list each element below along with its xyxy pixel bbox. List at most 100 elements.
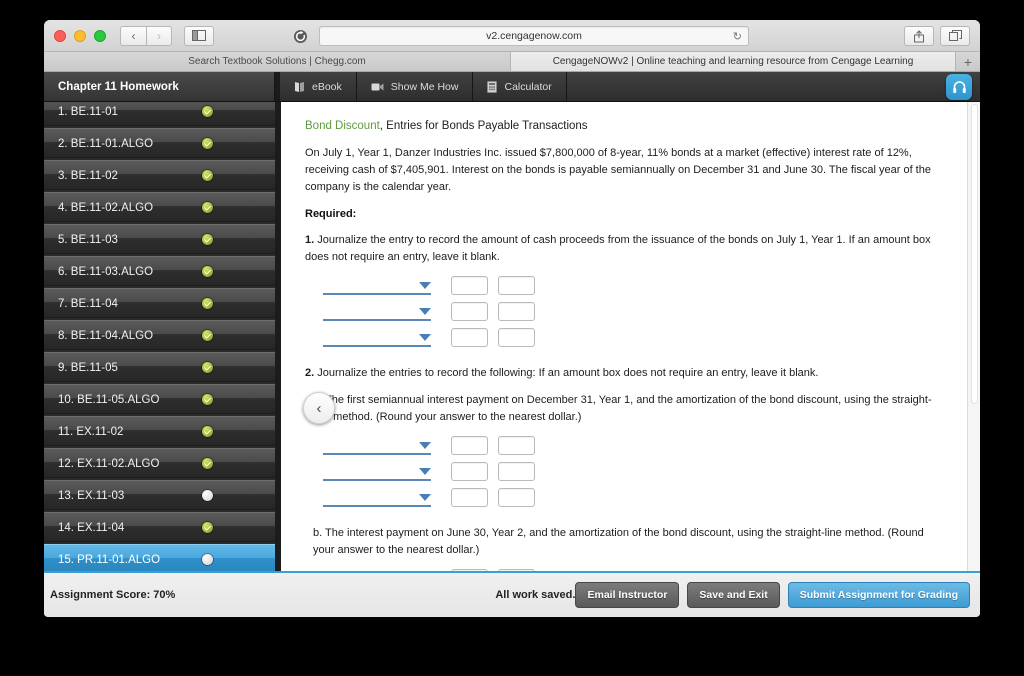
sidebar-item-label: 14. EX.11-04 <box>58 521 125 534</box>
navigation-buttons: ‹ › <box>120 25 172 46</box>
maximize-window-button[interactable] <box>94 29 106 42</box>
submit-assignment-button[interactable]: Submit Assignment for Grading <box>787 581 970 608</box>
headset-icon <box>952 80 966 93</box>
show-all-tabs-button[interactable] <box>940 26 970 46</box>
debit-amount-input[interactable] <box>451 276 488 296</box>
question-1: 1. Journalize the entry to record the am… <box>305 232 947 266</box>
address-reload-icon[interactable]: ↻ <box>733 30 742 43</box>
browser-tab-cengage[interactable]: CengageNOWv2 | Online teaching and learn… <box>511 52 956 71</box>
sidebar-item[interactable]: 15. PR.11-01.ALGO <box>44 544 275 574</box>
question-scrollbar[interactable] <box>967 102 980 581</box>
sidebar-item[interactable]: 7. BE.11-04 <box>44 288 275 318</box>
window-traffic-lights <box>54 29 106 42</box>
sidebar-panel-icon <box>192 30 206 41</box>
footer-buttons: Email Instructor Save and Exit Submit As… <box>575 581 970 608</box>
sidebar-item[interactable]: 10. BE.11-05.ALGO <box>44 384 275 414</box>
chevron-down-icon <box>419 282 431 290</box>
sidebar-item[interactable]: 1. BE.11-01 <box>44 102 275 126</box>
web-page: Chapter 11 Homework eBook Show Me How Ca… <box>44 72 980 616</box>
sidebar-item[interactable]: 12. EX.11-02.ALGO <box>44 448 275 478</box>
credit-amount-input[interactable] <box>498 328 535 348</box>
account-select[interactable] <box>323 436 431 456</box>
sidebar-item-label: 10. BE.11-05.ALGO <box>58 393 160 406</box>
sidebar-item-label: 7. BE.11-04 <box>58 297 118 310</box>
tab-show-me-how[interactable]: Show Me How <box>356 72 474 101</box>
sidebar-item[interactable]: 5. BE.11-03 <box>44 224 275 254</box>
browser-titlebar: ‹ › v2.cengagenow.com ↻ <box>44 20 980 52</box>
assignment-item-sidebar[interactable]: 1. BE.11-01 2. BE.11-01.ALGO 3. BE.11-02 4.… <box>44 102 275 616</box>
account-select[interactable] <box>323 328 431 348</box>
assignment-header: Chapter 11 Homework eBook Show Me How Ca… <box>44 72 980 102</box>
share-button[interactable] <box>904 26 934 46</box>
forward-button[interactable]: › <box>146 25 172 46</box>
book-icon <box>294 81 305 93</box>
required-label: Required: <box>305 208 357 221</box>
question-2b-number: b. <box>313 527 323 540</box>
status-complete-icon <box>202 298 213 309</box>
chevron-down-icon <box>419 334 431 342</box>
question-2a: a. The first semiannual interest payment… <box>313 392 947 426</box>
support-button[interactable] <box>946 74 972 100</box>
sidebar-item-label: 3. BE.11-02 <box>58 169 118 182</box>
show-sidebar-button[interactable] <box>184 25 214 46</box>
debit-amount-input[interactable] <box>451 436 488 456</box>
sidebar-item[interactable]: 4. BE.11-02.ALGO <box>44 192 275 222</box>
sidebar-item-label: 12. EX.11-02.ALGO <box>58 457 160 470</box>
question-scroll-area: Bond Discount, Entries for Bonds Payable… <box>281 102 980 581</box>
tab-ebook[interactable]: eBook <box>280 72 357 101</box>
close-window-button[interactable] <box>54 29 66 42</box>
credit-amount-input[interactable] <box>498 462 535 482</box>
video-icon <box>371 82 384 92</box>
minimize-window-button[interactable] <box>74 29 86 42</box>
status-complete-icon <box>202 266 213 277</box>
tabs-overview-icon <box>948 30 962 41</box>
sidebar-item[interactable]: 2. BE.11-01.ALGO <box>44 128 275 158</box>
new-tab-button[interactable]: + <box>956 52 980 71</box>
credit-amount-input[interactable] <box>498 302 535 322</box>
credit-amount-input[interactable] <box>498 276 535 296</box>
sidebar-item-label: 8. BE.11-04.ALGO <box>58 329 154 342</box>
account-select[interactable] <box>323 488 431 508</box>
status-complete-icon <box>202 202 213 213</box>
journal-entry-row <box>323 276 947 296</box>
credit-amount-input[interactable] <box>498 436 535 456</box>
back-arrow-icon: ‹ <box>131 28 136 43</box>
reload-button[interactable] <box>289 26 311 46</box>
account-select[interactable] <box>323 462 431 482</box>
account-select[interactable] <box>323 302 431 322</box>
sidebar-item[interactable]: 11. EX.11-02 <box>44 416 275 446</box>
debit-amount-input[interactable] <box>451 462 488 482</box>
debit-amount-input[interactable] <box>451 488 488 508</box>
debit-amount-input[interactable] <box>451 328 488 348</box>
address-bar[interactable]: v2.cengagenow.com ↻ <box>319 26 749 46</box>
account-select[interactable] <box>323 276 431 296</box>
status-complete-icon <box>202 234 213 245</box>
assignment-score: Assignment Score: 70% <box>50 588 176 601</box>
credit-amount-input[interactable] <box>498 488 535 508</box>
sidebar-item[interactable]: 9. BE.11-05 <box>44 352 275 382</box>
sidebar-item[interactable]: 8. BE.11-04.ALGO <box>44 320 275 350</box>
sidebar-item[interactable]: 14. EX.11-04 <box>44 512 275 542</box>
email-instructor-button[interactable]: Email Instructor <box>575 581 680 608</box>
save-and-exit-button[interactable]: Save and Exit <box>687 581 780 608</box>
tab-ebook-label: eBook <box>312 80 342 93</box>
sidebar-item-label: 6. BE.11-03.ALGO <box>58 265 154 278</box>
collapse-sidebar-button[interactable]: ‹ <box>303 392 335 424</box>
browser-tab-chegg[interactable]: Search Textbook Solutions | Chegg.com <box>44 52 511 71</box>
question-panel: Bond Discount, Entries for Bonds Payable… <box>280 102 980 616</box>
chevron-left-icon: ‹ <box>316 399 322 417</box>
debit-amount-input[interactable] <box>451 302 488 322</box>
sidebar-item[interactable]: 13. EX.11-03 <box>44 480 275 510</box>
tab-calculator[interactable]: Calculator <box>473 72 567 101</box>
sidebar-item-label: 11. EX.11-02 <box>58 425 124 438</box>
problem-statement: On July 1, Year 1, Danzer Industries Inc… <box>305 147 931 194</box>
back-button[interactable]: ‹ <box>120 25 146 46</box>
assignment-item-list: 1. BE.11-01 2. BE.11-01.ALGO 3. BE.11-02 4.… <box>44 102 275 576</box>
chevron-down-icon <box>419 442 431 450</box>
sidebar-item[interactable]: 3. BE.11-02 <box>44 160 275 190</box>
sidebar-item-label: 13. EX.11-03 <box>58 489 125 502</box>
question-title-topic: Bond Discount <box>305 120 380 132</box>
sidebar-item[interactable]: 6. BE.11-03.ALGO <box>44 256 275 286</box>
url-text: v2.cengagenow.com <box>486 30 582 42</box>
question-scrollbar-thumb[interactable] <box>971 104 978 404</box>
